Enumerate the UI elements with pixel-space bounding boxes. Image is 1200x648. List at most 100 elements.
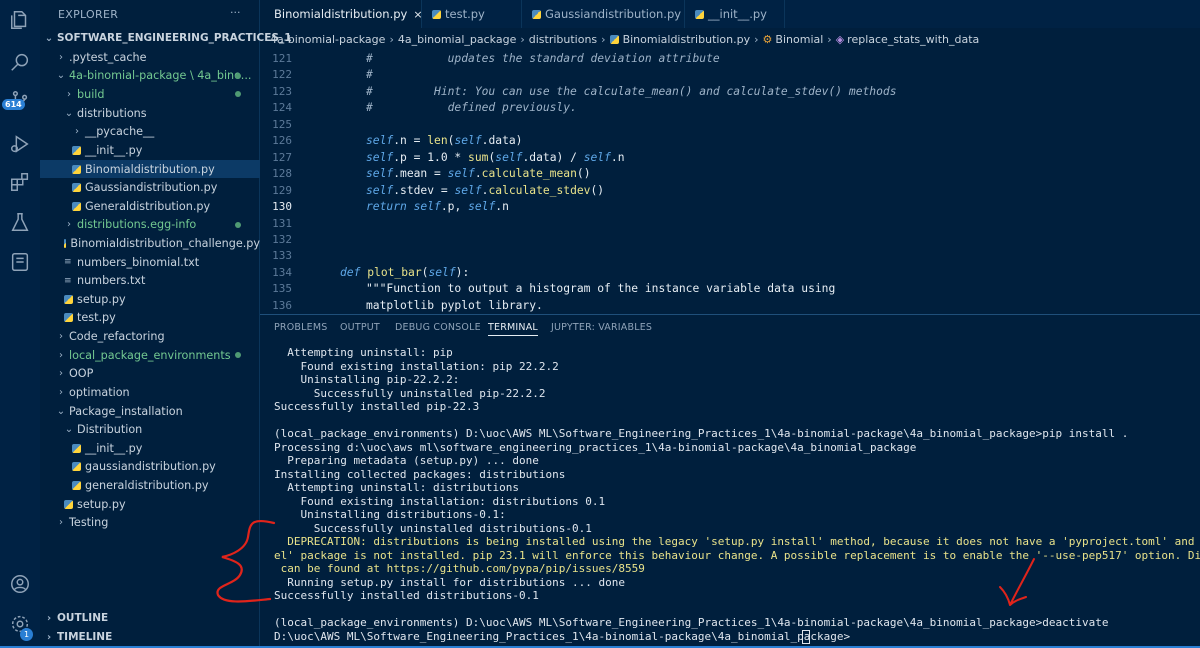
terminal-line: DEPRECATION: distributions is being inst… — [274, 535, 1200, 549]
line-number: 133 — [272, 249, 292, 263]
terminal-line: el' package is not installed. pip 23.1 w… — [274, 548, 1200, 562]
code-line: # defined previously. — [366, 101, 577, 115]
editor-tab-bar: Binomialdistribution.py × test.py Gaussi… — [260, 0, 1200, 28]
code-line: self.mean = self.calculate_mean() — [366, 167, 591, 181]
settings-badge: 1 — [20, 628, 33, 641]
account-icon[interactable] — [8, 572, 32, 596]
tree-item[interactable]: Binomialdistribution.py — [40, 159, 260, 179]
tab-binomialdistribution[interactable]: Binomialdistribution.py × — [260, 0, 423, 28]
code-editor[interactable]: 121 # updates the standard deviation attr… — [260, 48, 1200, 314]
tree-item[interactable]: Binomialdistribution_challenge.py — [40, 234, 260, 253]
explorer-icon[interactable] — [8, 8, 32, 32]
tree-item[interactable]: › __pycache__ — [40, 122, 260, 141]
python-file-icon — [72, 164, 81, 174]
workspace-root[interactable]: ⌄ SOFTWARE_ENGINEERING_PRACTICES_1 — [44, 32, 292, 44]
tree-item[interactable]: Gaussiandistribution.py — [40, 178, 260, 197]
line-number: 124 — [272, 101, 292, 115]
breadcrumb-separator: › — [389, 32, 394, 46]
tree-item[interactable]: test.py — [40, 309, 260, 328]
breadcrumb-item[interactable]: 4a-binomial-package — [270, 33, 385, 46]
tree-item[interactable]: setup.py — [40, 290, 260, 309]
tree-item[interactable]: gaussiandistribution.py — [40, 458, 260, 477]
tree-item[interactable]: › OOP — [40, 365, 260, 384]
outline-label: OUTLINE — [57, 612, 109, 624]
python-file-icon — [64, 238, 67, 248]
terminal-line: (local_package_environments) D:\uoc\AWS … — [274, 616, 1109, 630]
tree-item[interactable]: ⌄ 4a-binomial-package \ 4a_bino... — [40, 67, 260, 86]
code-line: self.n = len(self.data) — [366, 134, 523, 148]
tree-item[interactable]: › distributions.egg-info — [40, 216, 260, 235]
tree-item[interactable]: Generaldistribution.py — [40, 197, 260, 216]
tab-output[interactable]: OUTPUT — [340, 322, 380, 333]
testing-flask-icon[interactable] — [8, 210, 32, 234]
tree-item-label: numbers_binomial.txt — [77, 255, 200, 269]
line-number: 131 — [272, 216, 292, 230]
tree-item[interactable]: › .pytest_cache — [40, 48, 260, 67]
tab-label: test.py — [445, 7, 485, 21]
chevron-right-icon: › — [59, 368, 63, 380]
chevron-down-icon: ⌄ — [56, 405, 66, 417]
run-debug-icon[interactable] — [8, 132, 32, 156]
tree-item-label: Binomialdistribution.py — [85, 162, 215, 176]
code-line: matplotlib pyplot library. — [366, 298, 543, 312]
tab-problems[interactable]: PROBLEMS — [274, 322, 327, 333]
chevron-right-icon: › — [67, 219, 71, 231]
line-number: 122 — [272, 68, 292, 82]
tree-item[interactable]: › build — [40, 85, 260, 104]
tree-item[interactable]: › local_package_environments — [40, 346, 260, 365]
chevron-right-icon: › — [46, 612, 52, 624]
terminal-line: can be found at https://github.com/pypa/… — [274, 562, 645, 576]
tab-init[interactable]: __init__.py — [685, 0, 785, 28]
chevron-right-icon: › — [59, 331, 63, 343]
breadcrumb-separator: › — [827, 32, 832, 46]
terminal-line: Successfully installed pip-22.3 — [274, 400, 480, 414]
tab-test[interactable]: test.py — [422, 0, 522, 28]
breadcrumb: 4a-binomial-package › 4a_binomial_packag… — [270, 31, 979, 47]
breadcrumb-item[interactable]: distributions — [529, 33, 597, 46]
tree-item[interactable]: setup.py — [40, 495, 260, 514]
python-file-icon — [72, 183, 81, 193]
breadcrumb-item[interactable]: Binomial — [775, 33, 823, 46]
git-status-dot — [235, 221, 241, 228]
tab-jupyter-variables[interactable]: JUPYTER: VARIABLES — [551, 322, 652, 333]
annotation-brace — [216, 519, 276, 603]
chevron-down-icon: ⌄ — [44, 32, 54, 44]
breadcrumb-item[interactable]: 4a_binomial_package — [398, 33, 517, 46]
python-file-icon — [432, 9, 441, 19]
code-line: """Function to output a histogram of the… — [366, 282, 836, 296]
timeline-label: TIMELINE — [57, 631, 113, 643]
terminal-line: Preparing metadata (setup.py) ... done — [274, 454, 539, 468]
tree-item[interactable]: ⌄ Package_installation — [40, 402, 260, 421]
line-number: 130 — [272, 200, 292, 214]
tree-item-label: Gaussiandistribution.py — [85, 181, 218, 195]
timeline-section[interactable]: › TIMELINE — [44, 631, 112, 643]
chevron-right-icon: › — [59, 349, 63, 361]
tree-item-label: distributions — [77, 106, 147, 120]
line-number: 127 — [272, 150, 292, 164]
remote-explorer-icon[interactable] — [8, 250, 32, 274]
breadcrumb-item[interactable]: Binomialdistribution.py — [623, 33, 751, 46]
extensions-icon[interactable] — [8, 170, 32, 194]
breadcrumb-item[interactable]: replace_stats_with_data — [847, 33, 979, 46]
tree-item[interactable]: ⌄ Distribution — [40, 420, 260, 439]
outline-section[interactable]: › OUTLINE — [44, 612, 108, 624]
tree-item[interactable]: › optimation — [40, 383, 260, 402]
tree-item[interactable]: ≡ numbers_binomial.txt — [40, 253, 260, 272]
chevron-down-icon: ⌄ — [64, 107, 74, 119]
terminal-cursor — [802, 630, 810, 644]
tree-item[interactable]: __init__.py — [40, 439, 260, 458]
tree-item[interactable]: › Code_refactoring — [40, 327, 260, 346]
tree-item[interactable]: generaldistribution.py — [40, 476, 260, 495]
more-actions-icon[interactable]: ··· — [230, 6, 241, 19]
text-file-icon: ≡ — [64, 257, 72, 268]
tab-debug-console[interactable]: DEBUG CONSOLE — [395, 322, 481, 333]
tree-item[interactable]: ⌄ distributions — [40, 104, 260, 123]
explorer-title: EXPLORER — [58, 8, 119, 21]
tree-item[interactable]: ≡ numbers.txt — [40, 271, 260, 290]
search-icon[interactable] — [8, 50, 32, 74]
code-line: return self.p, self.n — [366, 200, 509, 214]
tab-terminal[interactable]: TERMINAL — [488, 322, 538, 336]
code-line: def plot_bar(self): — [340, 265, 470, 279]
tree-item[interactable]: __init__.py — [40, 141, 260, 160]
tab-gaussiandistribution[interactable]: Gaussiandistribution.py — [522, 0, 685, 28]
